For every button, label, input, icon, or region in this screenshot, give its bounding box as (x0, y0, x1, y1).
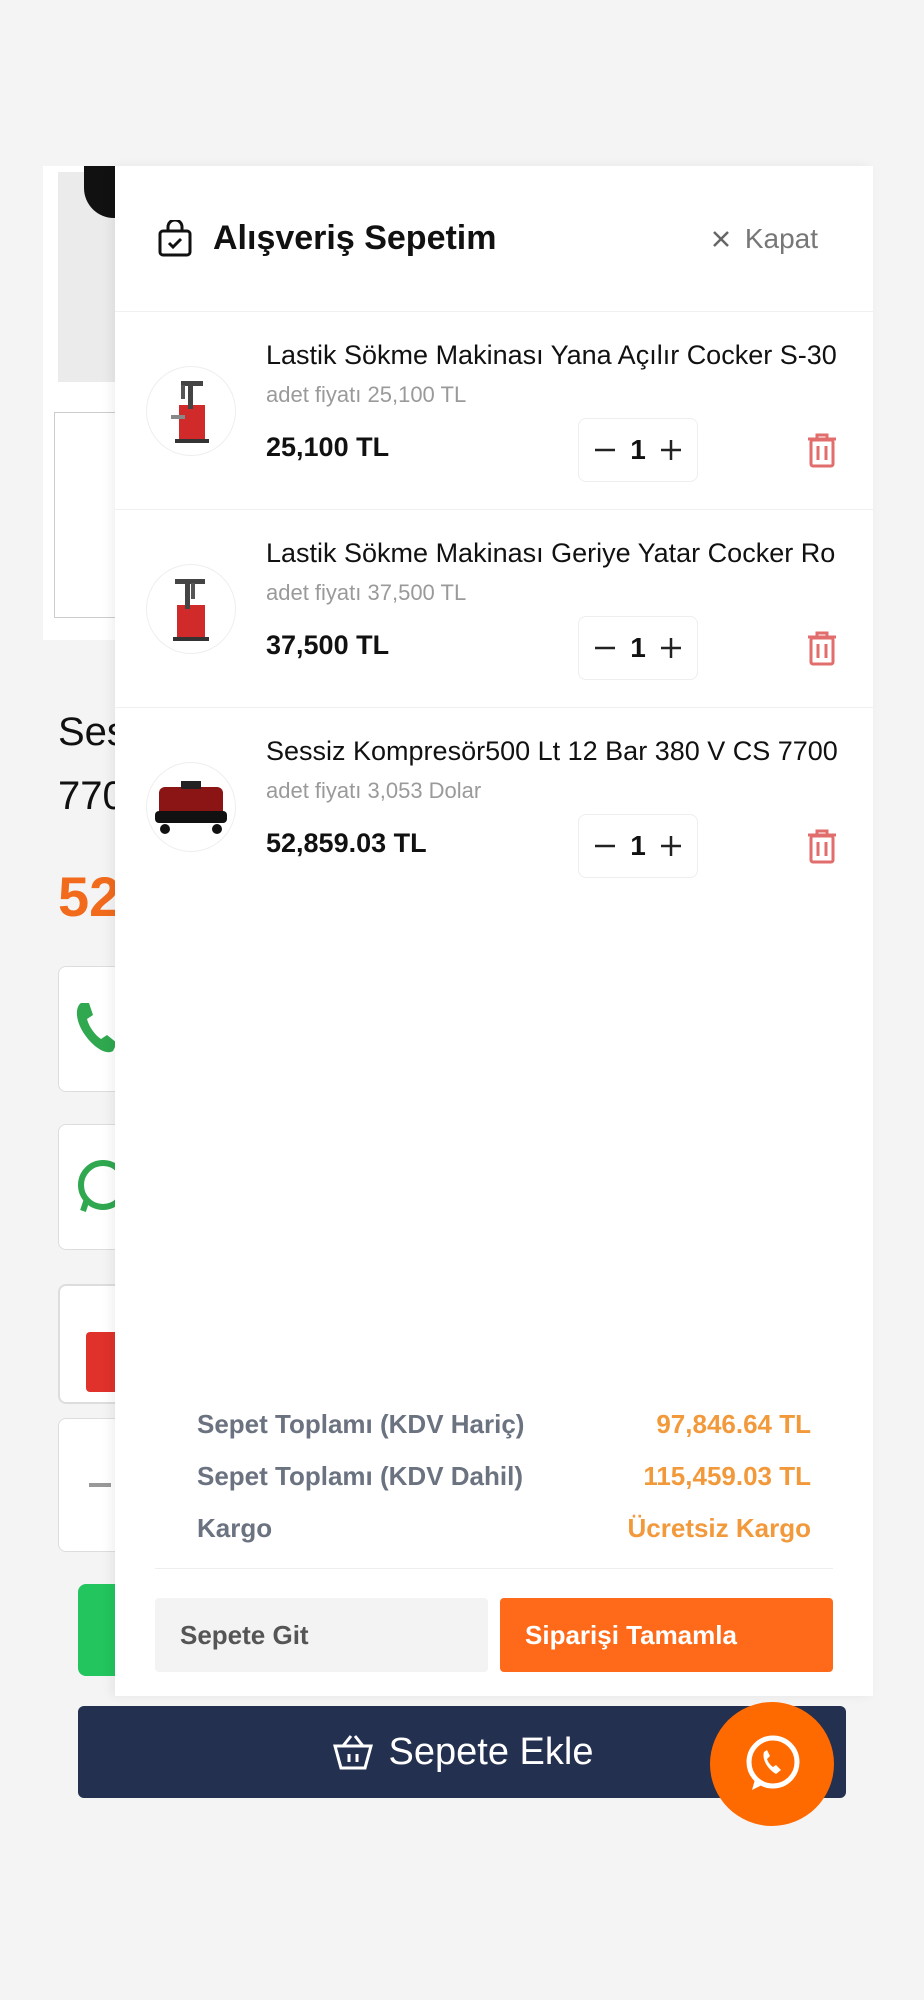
tire-changer-image (173, 579, 209, 641)
decrease-button[interactable] (591, 832, 619, 860)
quantity-value: 1 (630, 632, 646, 663)
quantity-value: 1 (630, 434, 646, 465)
summary-value: 97,846.64 TL (656, 1408, 811, 1439)
cart-item-total: 37,500 TL (266, 630, 390, 660)
cart-item-total: 25,100 TL (266, 432, 390, 462)
cart-item: Sessiz Kompresör500 Lt 12 Bar 380 V CS 7… (115, 708, 873, 906)
summary-row-shipping: Kargo Ücretsiz Kargo (155, 1502, 833, 1554)
summary-row-total: Sepet Toplamı (KDV Dahil) 115,459.03 TL (155, 1450, 833, 1502)
product-price: 52 (58, 865, 121, 928)
cart-drawer: Alışveriş Sepetim Kapat Lastik Sökme Mak… (115, 166, 873, 1696)
increase-button[interactable] (657, 832, 685, 860)
trash-icon[interactable] (805, 630, 839, 666)
cart-item: Lastik Sökme Makinası Yana Açılır Cocker… (115, 312, 873, 510)
plus-icon (660, 638, 681, 658)
minus-icon (595, 448, 615, 452)
summary-value: 115,459.03 TL (643, 1460, 811, 1491)
plus-icon (660, 836, 681, 856)
product-thumbnail[interactable] (147, 565, 235, 653)
product-thumbnail[interactable] (147, 367, 235, 455)
compressor-image (155, 781, 227, 834)
phone-icon (76, 1003, 117, 1053)
product-thumbnail[interactable] (147, 763, 235, 851)
cart-item-name[interactable]: Lastik Sökme Makinası Geriye Yatar Cocke… (266, 538, 841, 569)
quantity-stepper: 1 (578, 418, 698, 482)
minus-icon (595, 646, 615, 650)
decrease-button[interactable] (591, 634, 619, 662)
close-icon (712, 230, 729, 247)
cart-item-unit-price: adet fiyatı 37,500 TL (266, 580, 467, 605)
cart-item-unit-price: adet fiyatı 3,053 Dolar (266, 778, 482, 803)
cart-item-name[interactable]: Lastik Sökme Makinası Yana Açılır Cocker… (266, 340, 841, 371)
summary-row-subtotal: Sepet Toplamı (KDV Hariç) 97,846.64 TL (155, 1398, 833, 1450)
go-to-cart-button[interactable]: Sepete Git (155, 1598, 488, 1672)
tire-changer-image (171, 381, 209, 443)
basket-icon (332, 1735, 373, 1770)
quantity-stepper: 1 (578, 814, 698, 878)
cart-item-name[interactable]: Sessiz Kompresör500 Lt 12 Bar 380 V CS 7… (266, 736, 841, 767)
checkout-button[interactable]: Siparişi Tamamla (500, 1598, 833, 1672)
trash-icon[interactable] (805, 828, 839, 864)
quantity-stepper: 1 (578, 616, 698, 680)
cart-summary: Sepet Toplamı (KDV Hariç) 97,846.64 TL S… (155, 1398, 833, 1569)
minus-icon (595, 844, 615, 848)
cart-item-unit-price: adet fiyatı 25,100 TL (266, 382, 467, 407)
close-button[interactable]: Kapat (711, 223, 818, 255)
plus-icon (660, 440, 681, 460)
whatsapp-icon (746, 1735, 800, 1790)
increase-button[interactable] (657, 634, 685, 662)
summary-label: Sepet Toplamı (KDV Dahil) (197, 1460, 523, 1491)
summary-value: Ücretsiz Kargo (627, 1512, 812, 1543)
summary-label: Kargo (197, 1512, 273, 1543)
cart-header: Alışveriş Sepetim Kapat (115, 166, 873, 312)
close-label: Kapat (744, 222, 818, 254)
cart-title: Alışveriş Sepetim (213, 219, 497, 257)
decrease-button[interactable] (591, 436, 619, 464)
minus-icon (89, 1483, 111, 1487)
trash-icon[interactable] (805, 432, 839, 468)
whatsapp-float-button[interactable] (710, 1702, 834, 1826)
summary-label: Sepet Toplamı (KDV Hariç) (197, 1408, 525, 1439)
increase-button[interactable] (657, 436, 685, 464)
add-to-cart-label: Sepete Ekle (388, 1730, 594, 1773)
cart-item: Lastik Sökme Makinası Geriye Yatar Cocke… (115, 510, 873, 708)
quantity-value: 1 (630, 830, 646, 861)
product-thumbnail[interactable] (54, 412, 124, 618)
cart-item-total: 52,859.03 TL (266, 828, 427, 858)
cart-actions: Sepete Git Siparişi Tamamla (155, 1598, 833, 1672)
shopping-bag-check-icon (158, 219, 192, 256)
cart-items-list: Lastik Sökme Makinası Yana Açılır Cocker… (115, 312, 873, 906)
